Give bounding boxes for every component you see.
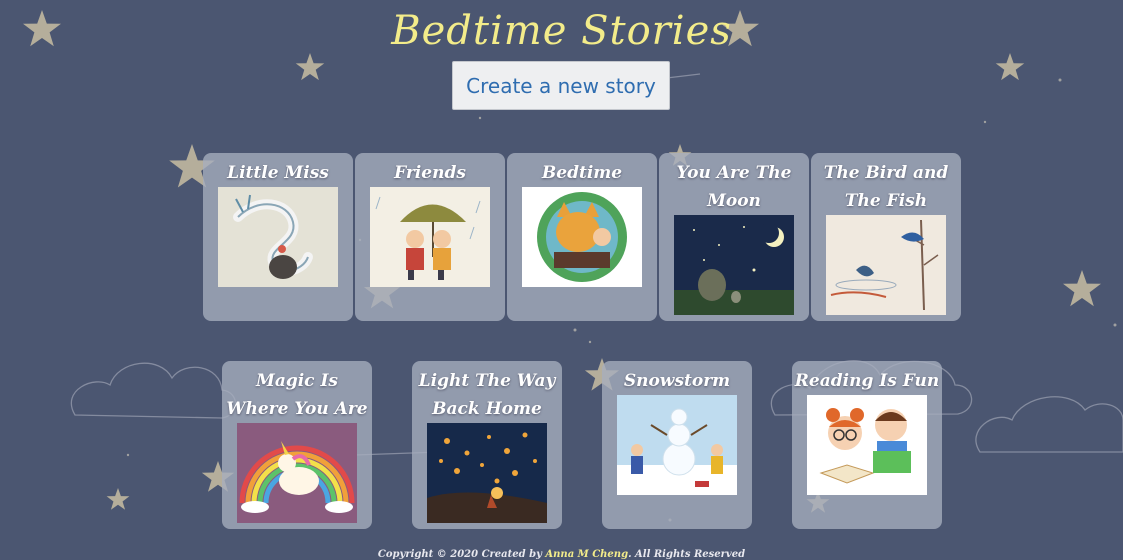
page-title: Bedtime Stories [391,8,732,54]
story-card[interactable]: Bedtime Stories [507,153,657,321]
unicorn-rainbow-illustration [237,423,357,523]
cloud-icon [975,396,1123,453]
rights-text: . All Rights Reserved [628,549,746,560]
story-title: Light The Way Back Home [418,371,556,419]
story-title: You Are The Moon [676,163,792,211]
star-icon [295,53,325,81]
story-card[interactable]: Little Miss Evie [203,153,353,321]
copyright-text: Copyright © 2020 Created by [377,549,546,560]
story-title: Reading Is Fun [794,371,940,391]
cloud-icon [70,362,237,419]
star-icon [995,53,1025,81]
story-card[interactable]: You Are The Moon [659,153,809,321]
story-card[interactable]: Magic Is Where You Are [222,361,372,529]
story-card[interactable]: Snowstorm [602,361,752,529]
dragon-illustration [218,187,338,287]
bird-fish-illustration [826,215,946,315]
snowman-illustration [617,395,737,495]
cat-reading-illustration [522,187,642,287]
story-title: Snowstorm [623,371,731,391]
star-icon [1063,270,1101,307]
story-title: Magic Is Where You Are [226,371,368,419]
star-icon [106,488,130,510]
story-card[interactable]: Friends [355,153,505,321]
author-link[interactable]: Anna M Cheng [545,549,628,560]
story-card[interactable]: Light The Way Back Home [412,361,562,529]
footer: Copyright © 2020 Created by Anna M Cheng… [0,549,1123,560]
create-story-button[interactable]: Create a new story [452,61,670,110]
night-sky-moon-illustration [674,215,794,315]
story-title: The Bird and The Fish [823,163,949,211]
lanterns-illustration [427,423,547,523]
story-card[interactable]: Reading Is Fun [792,361,942,529]
story-card[interactable]: The Bird and The Fish [811,153,961,321]
story-title: Friends [394,163,466,183]
kids-reading-illustration [807,395,927,495]
children-umbrella-illustration [370,187,490,287]
